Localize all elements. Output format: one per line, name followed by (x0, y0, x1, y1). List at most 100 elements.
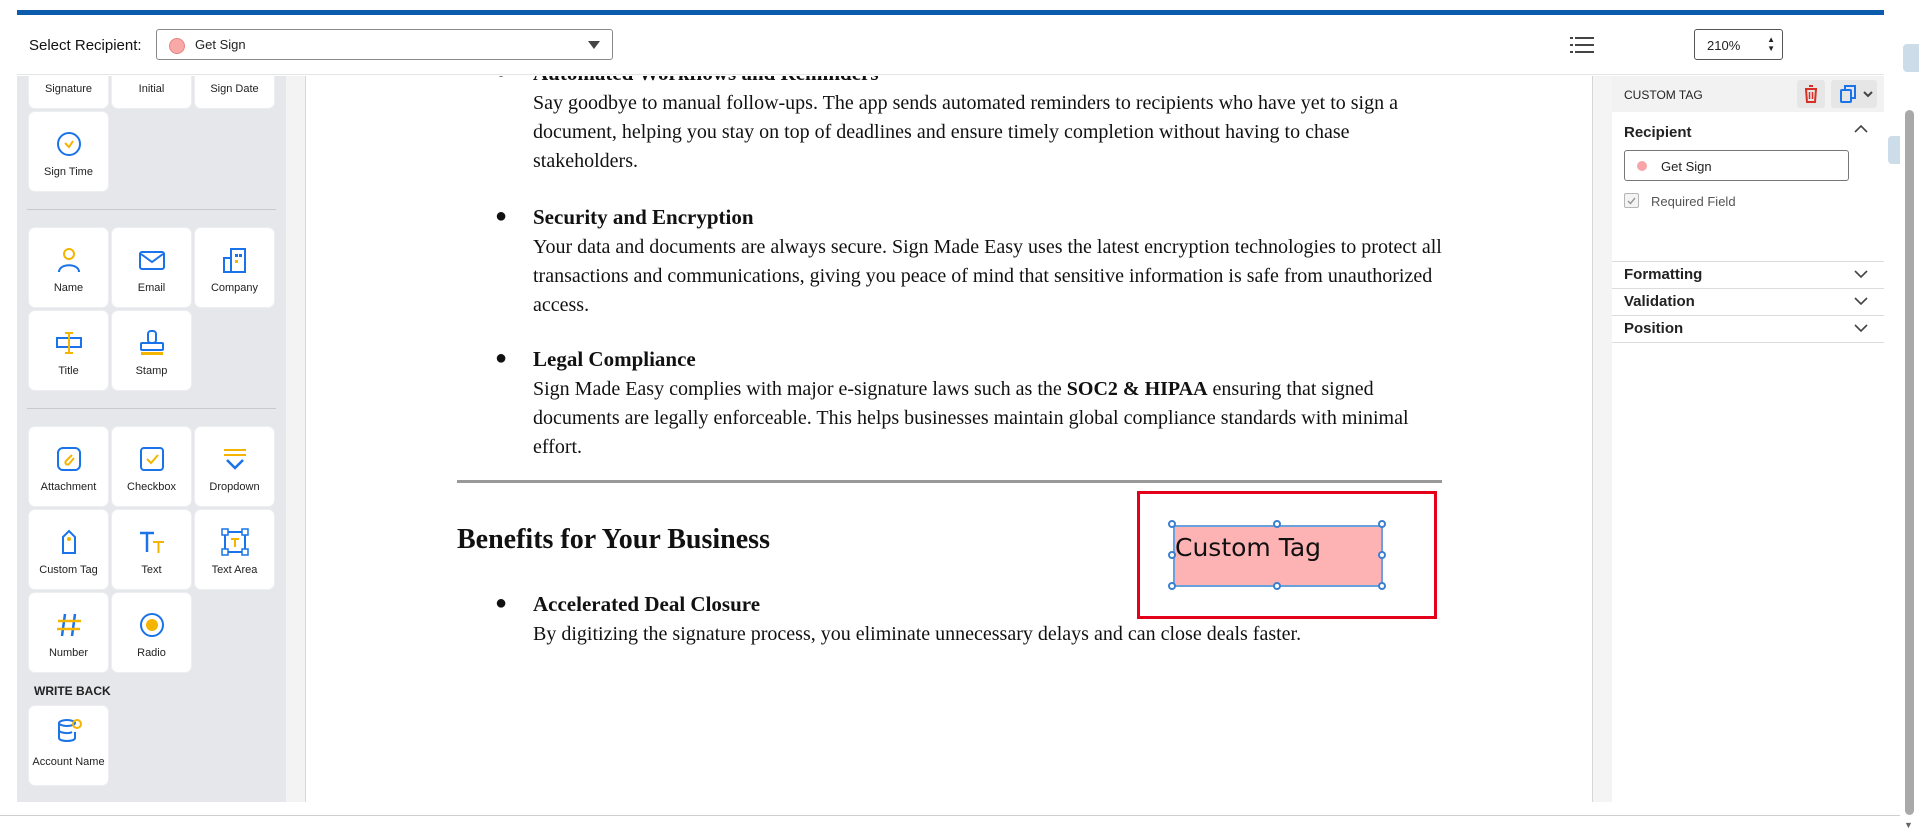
stamp-icon (140, 330, 164, 355)
field-palette: Signature Initial Sign Date Sign Time Na… (17, 76, 286, 802)
field-text-area[interactable]: Text Area (195, 510, 274, 589)
field-label: Stamp (135, 365, 168, 377)
duplicate-button[interactable] (1831, 80, 1877, 108)
custom-tag-field[interactable]: Custom Tag (1173, 525, 1383, 587)
field-sign-time[interactable]: Sign Time (29, 112, 108, 191)
recipient-label: Select Recipient: (29, 37, 142, 54)
field-checkbox[interactable]: Checkbox (112, 427, 191, 506)
hash-icon (57, 613, 81, 637)
list-item-body: Your data and documents are always secur… (533, 236, 1442, 316)
field-account-name[interactable]: Account Name (29, 706, 108, 785)
recipient-select[interactable]: Get Sign (156, 29, 613, 60)
bullet: ● (495, 205, 508, 227)
field-custom-tag[interactable]: Custom Tag (29, 510, 108, 589)
toolbar: Select Recipient: Get Sign 210% ▲ ▼ (17, 15, 1884, 75)
field-title[interactable]: Title (29, 311, 108, 390)
required-field-label: Required Field (1651, 194, 1736, 209)
spinner-arrows-icon[interactable]: ▲ ▼ (1767, 35, 1775, 53)
resize-handle[interactable] (1168, 520, 1176, 528)
properties-panel: CUSTOM TAG Recipient Get Sign Required F… (1612, 76, 1884, 802)
validation-section[interactable]: Validation (1612, 289, 1884, 316)
field-stamp[interactable]: Stamp (112, 311, 191, 390)
field-dropdown[interactable]: Dropdown (195, 427, 274, 506)
resize-handle[interactable] (1168, 582, 1176, 590)
delete-button[interactable] (1797, 80, 1825, 108)
field-label: Number (48, 647, 89, 659)
field-label: Name (53, 282, 84, 294)
document-right-gutter (1592, 76, 1612, 802)
trash-icon (1805, 85, 1817, 103)
resize-handle[interactable] (1378, 551, 1386, 559)
body-bold-text: SOC2 & HIPAA (1066, 378, 1208, 400)
app-root: Select Recipient: Get Sign 210% ▲ ▼ Signa… (0, 0, 1919, 837)
resize-handle[interactable] (1378, 582, 1386, 590)
palette-divider (27, 209, 276, 210)
recipient-color-dot (1637, 161, 1647, 171)
field-label: Account Name (32, 756, 105, 768)
text-area-icon (221, 528, 249, 556)
database-gear-icon (58, 719, 82, 742)
scroll-down-arrow-icon[interactable]: ▼ (1904, 820, 1913, 830)
resize-handle[interactable] (1168, 551, 1176, 559)
text-icon (140, 531, 164, 553)
list-item-heading: Legal Compliance (533, 347, 696, 371)
list-item-heading: Security and Encryption (533, 205, 754, 229)
field-number[interactable]: Number (29, 593, 108, 672)
position-section[interactable]: Position (1612, 316, 1884, 343)
custom-tag-label: Custom Tag (1175, 533, 1322, 562)
field-company[interactable]: Company (195, 228, 274, 307)
section-title: Validation (1624, 293, 1695, 310)
collapse-panel-button[interactable] (1903, 44, 1919, 72)
field-label: Title (58, 365, 79, 377)
field-radio[interactable]: Radio (112, 593, 191, 672)
tag-icon (62, 529, 76, 554)
field-label: Company (210, 282, 259, 294)
envelope-icon (139, 251, 165, 270)
sidebar-scroll-gutter (286, 76, 306, 802)
chevron-up-icon[interactable] (1854, 124, 1868, 134)
resize-handle[interactable] (1378, 520, 1386, 528)
dropdown-icon (224, 449, 246, 470)
field-label: Text Area (211, 564, 258, 576)
field-text[interactable]: Text (112, 510, 191, 589)
write-back-heading: WRITE BACK (34, 684, 111, 698)
section-title: Recipient (1624, 124, 1692, 141)
field-email[interactable]: Email (112, 228, 191, 307)
recipient-select-value: Get Sign (195, 37, 246, 52)
panel-title: CUSTOM TAG (1624, 88, 1703, 102)
recipient-section: Recipient Get Sign Required Field (1612, 112, 1884, 262)
checkbox-icon (140, 447, 164, 471)
document-canvas: ● Automated Workflows and Reminders Say … (306, 76, 1593, 802)
field-label: Signature (44, 83, 93, 95)
page-scrollbar-thumb[interactable] (1905, 110, 1914, 815)
field-label: Email (137, 282, 166, 294)
title-icon (56, 332, 82, 354)
chevron-down-icon (1854, 270, 1868, 279)
bullet: ● (495, 347, 508, 369)
resize-handle[interactable] (1273, 520, 1281, 528)
section-title: Formatting (1624, 266, 1703, 283)
panel-toggle-button[interactable] (1888, 136, 1900, 164)
zoom-value: 210% (1707, 38, 1741, 53)
bullet: ● (495, 76, 507, 84)
horizontal-rule (457, 480, 1442, 483)
formatting-section[interactable]: Formatting (1612, 262, 1884, 289)
field-name[interactable]: Name (29, 228, 108, 307)
list-item-heading: Automated Workflows and Reminders (533, 76, 879, 86)
field-label: Text (141, 564, 162, 576)
field-sign-date[interactable]: Sign Date (195, 76, 274, 108)
panel-recipient-field[interactable]: Get Sign (1624, 150, 1849, 181)
bottom-bar (0, 815, 1900, 837)
zoom-stepper[interactable]: 210% ▲ ▼ (1694, 29, 1783, 60)
field-attachment[interactable]: Attachment (29, 427, 108, 506)
chevron-down-icon (588, 41, 600, 49)
field-label: Radio (137, 647, 166, 659)
copy-icon (1840, 85, 1873, 103)
resize-handle[interactable] (1273, 582, 1281, 590)
section-heading: Benefits for Your Business (457, 524, 770, 555)
field-label: Sign Time (44, 166, 93, 178)
field-initial[interactable]: Initial (112, 76, 191, 108)
list-icon[interactable] (1570, 34, 1594, 56)
building-icon (223, 248, 246, 273)
field-signature[interactable]: Signature (29, 76, 108, 108)
